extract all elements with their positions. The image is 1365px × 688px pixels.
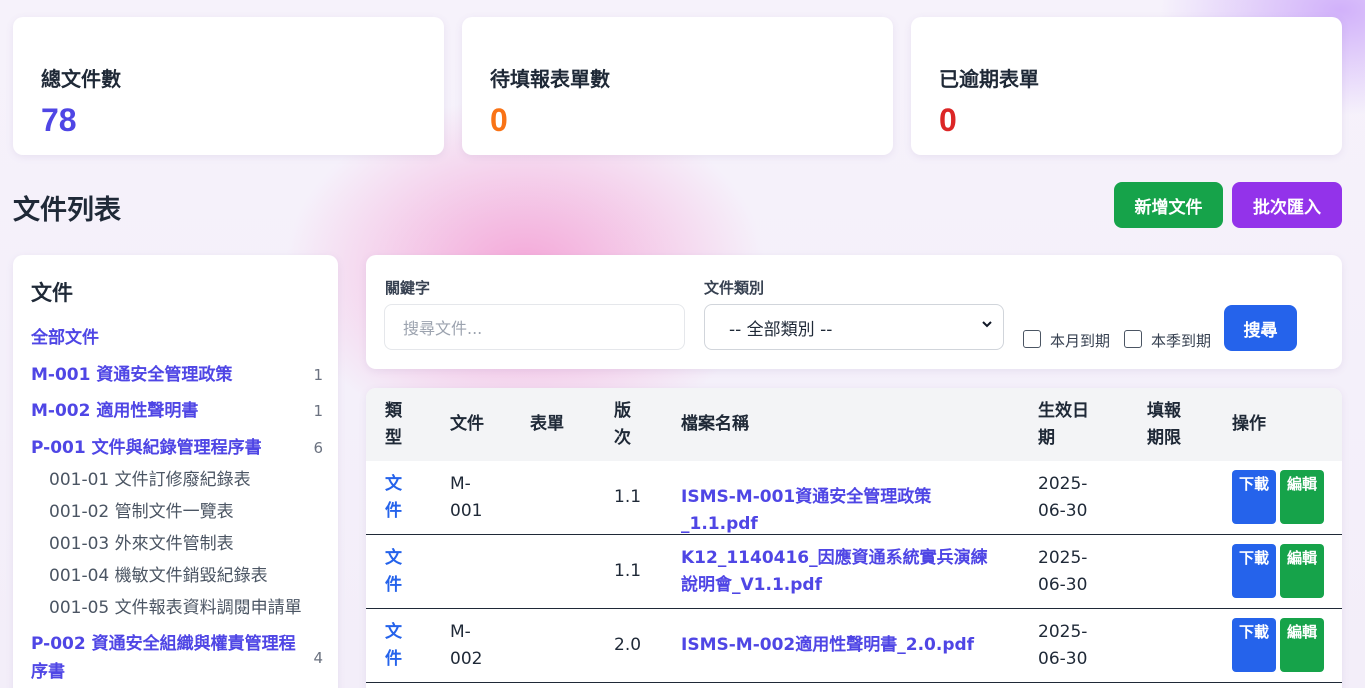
sidebar-item-p002[interactable]: P-002 資通安全組織與權責管理程序書 4 [31,630,323,686]
download-button[interactable]: 下載 [1232,544,1276,598]
category-label: 文件類別 [704,279,765,297]
cell-effective-date: 2025-06-30 [1038,548,1088,595]
sidebar-title: 文件 [31,281,73,305]
cell-type: 文件 [385,548,402,595]
batch-import-button[interactable]: 批次匯入 [1232,182,1342,228]
cell-version: 1.1 [614,561,642,581]
filter-panel: 關鍵字 搜尋文件... 文件類別 -- 全部類別 -- 本月到期 本季到期 搜尋 [366,255,1342,369]
sidebar-subitem[interactable]: 001-01 文件訂修廢紀錄表 [49,466,251,494]
cell-type: 文件 [385,622,402,669]
cell-type: 文件 [385,474,402,521]
file-link[interactable]: ISMS-M-001資通安全管理政策_1.1.pdf [681,484,1001,538]
stat-label: 已逾期表單 [939,67,1039,91]
edit-button[interactable]: 編輯 [1280,470,1324,524]
sidebar-item-label: 全部文件 [31,328,99,348]
sidebar-subitem[interactable]: 001-05 文件報表資料調閱申請單 [49,594,302,622]
download-button[interactable]: 下載 [1232,618,1276,672]
edit-button[interactable]: 編輯 [1280,618,1324,672]
cell-file: M-001 [450,474,483,521]
category-select[interactable]: -- 全部類別 -- [704,304,1004,350]
sidebar-item-label: M-002 適用性聲明書 [31,401,199,421]
table-row: 文件 1.1 K12_1140416_因應資通系統實兵演練說明會_V1.1.pd… [366,535,1342,609]
due-this-month-checkbox[interactable] [1023,330,1041,348]
cell-effective-date: 2025-06-30 [1038,474,1088,521]
sidebar-item-m002[interactable]: M-002 適用性聲明書 1 [31,397,323,425]
add-document-button[interactable]: 新增文件 [1114,182,1223,228]
sidebar-item-count: 4 [313,649,323,667]
stat-label: 總文件數 [41,67,121,91]
cell-effective-date: 2025-06-30 [1038,622,1088,669]
keyword-label: 關鍵字 [385,279,431,297]
cell-file: M-002 [450,622,483,669]
document-sidebar: 文件 全部文件 M-001 資通安全管理政策 1 M-002 適用性聲明書 1 … [13,255,338,688]
category-select-value: -- 全部類別 -- [729,319,833,340]
sidebar-item-label: M-001 資通安全管理政策 [31,365,233,385]
cell-version: 2.0 [614,635,642,655]
column-header-effective-date: 生效日期 [1038,401,1089,448]
table-row: 文件 M-001 1.1 ISMS-M-001資通安全管理政策_1.1.pdf … [366,461,1342,535]
sidebar-subitem[interactable]: 001-03 外來文件管制表 [49,530,234,558]
stat-label: 待填報表單數 [490,67,610,91]
stat-card-total-docs: 總文件數 78 [13,17,444,155]
download-button[interactable]: 下載 [1232,470,1276,524]
file-link[interactable]: ISMS-M-002適用性聲明書_2.0.pdf [681,632,1001,659]
table-header: 類型 文件 表單 版次 檔案名稱 生效日期 填報期限 操作 [366,388,1342,461]
stat-card-pending-forms: 待填報表單數 0 [462,17,893,155]
column-header-form: 表單 [530,414,564,434]
sidebar-subitem[interactable]: 001-04 機敏文件銷毀紀錄表 [49,562,268,590]
sidebar-subitem[interactable]: 001-02 管制文件一覽表 [49,498,234,526]
document-table: 類型 文件 表單 版次 檔案名稱 生效日期 填報期限 操作 文件 M-001 1… [366,388,1342,688]
sidebar-item-all[interactable]: 全部文件 [31,324,323,352]
column-header-filename: 檔案名稱 [681,414,749,434]
stat-card-overdue-forms: 已逾期表單 0 [911,17,1342,155]
due-this-quarter-label: 本季到期 [1151,332,1212,350]
table-row: 文件 M-002 2.0 ISMS-M-002適用性聲明書_2.0.pdf 20… [366,609,1342,683]
page-title: 文件列表 [13,195,121,226]
due-this-month-label: 本月到期 [1050,332,1111,350]
sidebar-item-p001[interactable]: P-001 文件與紀錄管理程序書 6 [31,434,323,462]
column-header-file: 文件 [450,414,484,434]
stat-value: 78 [41,102,77,138]
due-this-quarter-checkbox[interactable] [1124,330,1142,348]
sidebar-item-label: P-002 資通安全組織與權責管理程序書 [31,634,296,682]
search-button[interactable]: 搜尋 [1224,305,1297,351]
column-header-deadline: 填報期限 [1147,401,1181,448]
column-header-type: 類型 [385,401,402,448]
sidebar-item-count: 1 [313,366,323,384]
search-input[interactable]: 搜尋文件... [384,304,685,350]
stat-value: 0 [939,102,957,138]
column-header-actions: 操作 [1232,414,1266,434]
file-link[interactable]: K12_1140416_因應資通系統實兵演練說明會_V1.1.pdf [681,545,1001,599]
sidebar-item-count: 1 [313,402,323,420]
sidebar-item-count: 6 [313,439,323,457]
column-header-version: 版次 [614,401,631,448]
edit-button[interactable]: 編輯 [1280,544,1324,598]
sidebar-item-label: P-001 文件與紀錄管理程序書 [31,438,262,458]
cell-version: 1.1 [614,487,642,507]
chevron-down-icon [981,318,993,334]
sidebar-item-m001[interactable]: M-001 資通安全管理政策 1 [31,361,323,389]
stat-value: 0 [490,102,508,138]
